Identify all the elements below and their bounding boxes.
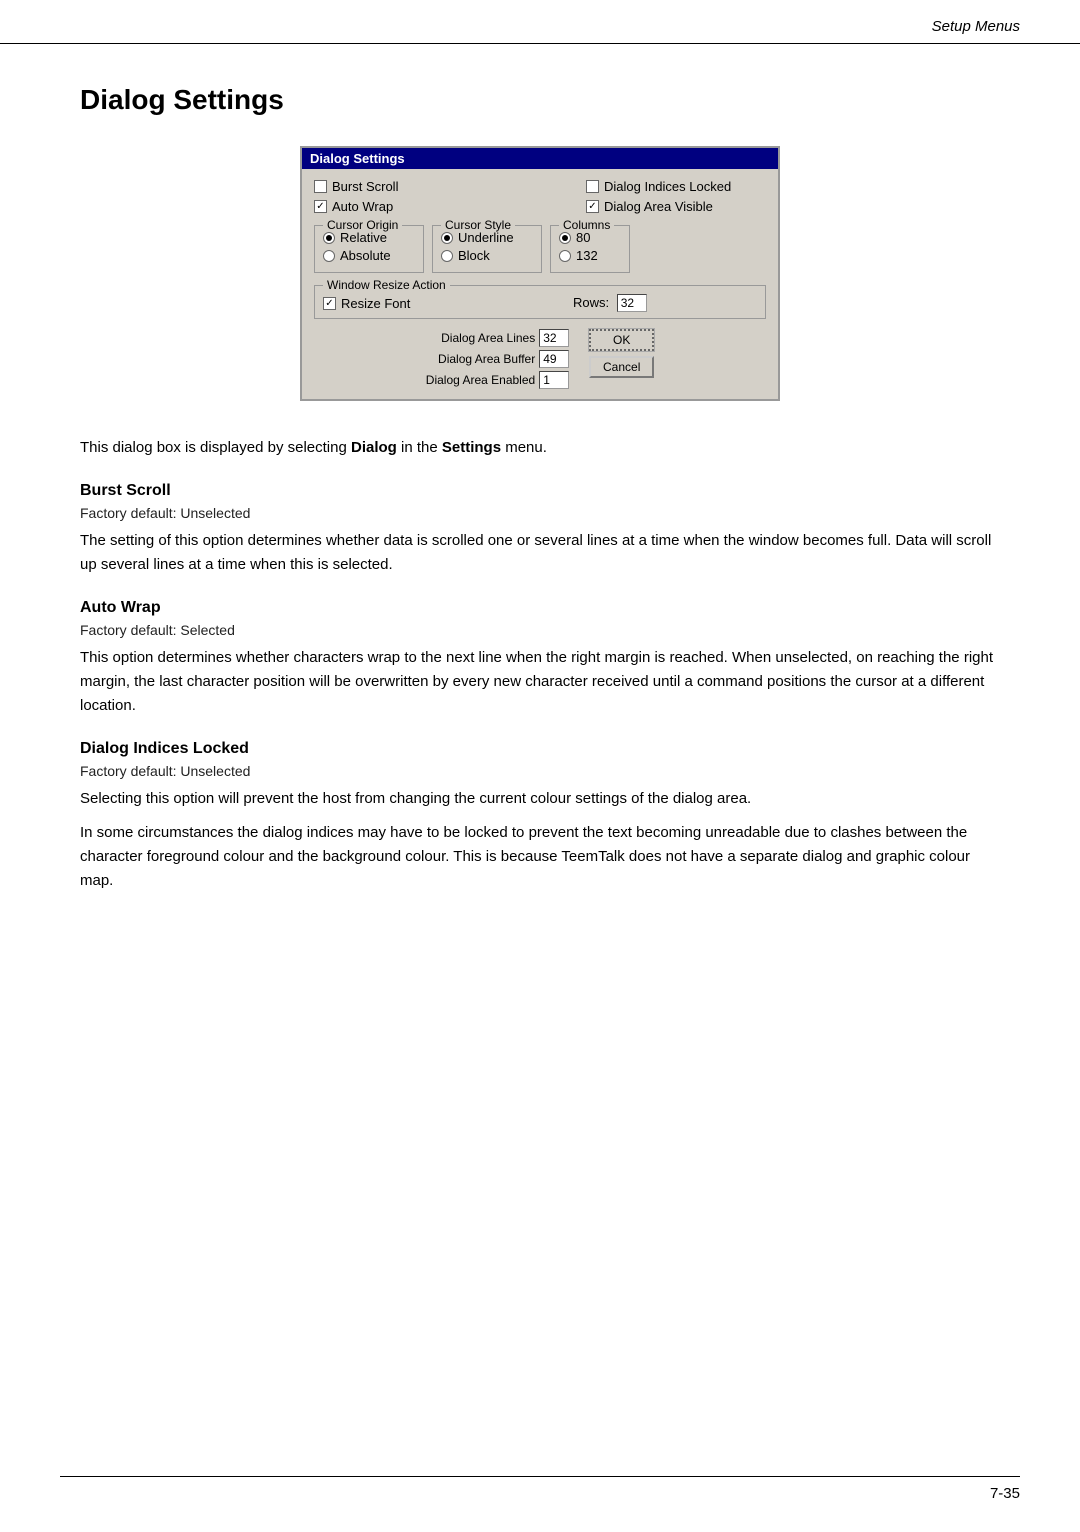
auto-wrap-heading: Auto Wrap bbox=[80, 599, 1000, 617]
resize-font-label: Resize Font bbox=[341, 296, 410, 311]
auto-wrap-factory: Factory default: Selected bbox=[80, 622, 1000, 638]
auto-wrap-label: Auto Wrap bbox=[332, 199, 393, 214]
dialog-indices-locked-checkbox[interactable]: Dialog Indices Locked bbox=[586, 179, 766, 194]
columns-80[interactable]: 80 bbox=[559, 230, 621, 245]
dialog-indices-locked-factory: Factory default: Unselected bbox=[80, 763, 1000, 779]
page-title: Dialog Settings bbox=[80, 84, 1000, 116]
burst-scroll-factory: Factory default: Unselected bbox=[80, 505, 1000, 521]
rows-input[interactable]: 32 bbox=[617, 294, 647, 312]
cursor-origin-relative-radio[interactable] bbox=[323, 232, 335, 244]
resize-font-box[interactable] bbox=[323, 297, 336, 310]
cursor-style-underline[interactable]: Underline bbox=[441, 230, 533, 245]
burst-scroll-checkbox[interactable]: Burst Scroll bbox=[314, 179, 494, 194]
cursor-origin-relative[interactable]: Relative bbox=[323, 230, 415, 245]
dialog-area-visible-box[interactable] bbox=[586, 200, 599, 213]
dialog-indices-locked-body1: Selecting this option will prevent the h… bbox=[80, 787, 1000, 811]
header-title: Setup Menus bbox=[932, 18, 1020, 35]
dialog-area-buffer-label: Dialog Area Buffer bbox=[438, 352, 535, 366]
dialog-area-lines-label: Dialog Area Lines bbox=[441, 331, 535, 345]
intro-settings-bold: Settings bbox=[442, 439, 501, 456]
cancel-button[interactable]: Cancel bbox=[589, 356, 654, 378]
intro-before: This dialog box is displayed by selectin… bbox=[80, 439, 351, 456]
burst-scroll-box[interactable] bbox=[314, 180, 327, 193]
window-resize-label: Window Resize Action bbox=[323, 278, 450, 292]
columns-132[interactable]: 132 bbox=[559, 248, 621, 263]
intro-dialog-bold: Dialog bbox=[351, 439, 397, 456]
rows-label: Rows: 32 bbox=[573, 294, 647, 312]
dialog-indices-locked-box[interactable] bbox=[586, 180, 599, 193]
columns-80-radio[interactable] bbox=[559, 232, 571, 244]
cursor-origin-group: Cursor Origin Relative Absolute bbox=[314, 225, 424, 273]
cursor-origin-relative-label: Relative bbox=[340, 230, 387, 245]
resize-row: Resize Font Rows: 32 bbox=[323, 294, 757, 312]
cursor-style-label: Cursor Style bbox=[441, 218, 515, 232]
columns-group: Columns 80 132 bbox=[550, 225, 630, 273]
dialog-area-buffer-row: Dialog Area Buffer 49 bbox=[426, 350, 569, 368]
burst-scroll-body: The setting of this option determines wh… bbox=[80, 529, 1000, 577]
cursor-origin-label: Cursor Origin bbox=[323, 218, 402, 232]
cursor-style-block[interactable]: Block bbox=[441, 248, 533, 263]
dialog-area-visible-checkbox[interactable]: Dialog Area Visible bbox=[586, 199, 766, 214]
cursor-style-underline-radio[interactable] bbox=[441, 232, 453, 244]
dialog-area-enabled-label: Dialog Area Enabled bbox=[426, 373, 535, 387]
cursor-style-block-radio[interactable] bbox=[441, 250, 453, 262]
dialog-area-lines-input[interactable]: 32 bbox=[539, 329, 569, 347]
dialog-fields-col: Dialog Area Lines 32 Dialog Area Buffer … bbox=[426, 329, 569, 389]
dialog-area-enabled-input[interactable]: 1 bbox=[539, 371, 569, 389]
intro-between: in the bbox=[397, 439, 442, 456]
dialog-area-lines-row: Dialog Area Lines 32 bbox=[426, 329, 569, 347]
dialog-row-2: Auto Wrap Dialog Area Visible bbox=[314, 199, 766, 214]
page-header: Setup Menus bbox=[0, 0, 1080, 44]
burst-scroll-heading: Burst Scroll bbox=[80, 482, 1000, 500]
columns-80-label: 80 bbox=[576, 230, 590, 245]
page-footer: 7-35 bbox=[60, 1476, 1020, 1502]
columns-132-label: 132 bbox=[576, 248, 598, 263]
columns-132-radio[interactable] bbox=[559, 250, 571, 262]
dialog-row-1: Burst Scroll Dialog Indices Locked bbox=[314, 179, 766, 194]
resize-font-checkbox[interactable]: Resize Font bbox=[323, 296, 503, 311]
dialog-titlebar: Dialog Settings bbox=[302, 148, 778, 169]
burst-scroll-label: Burst Scroll bbox=[332, 179, 398, 194]
dialog-indices-locked-label: Dialog Indices Locked bbox=[604, 179, 731, 194]
cursor-style-block-label: Block bbox=[458, 248, 490, 263]
page-content: Dialog Settings Dialog Settings Burst Sc… bbox=[0, 44, 1080, 963]
auto-wrap-checkbox[interactable]: Auto Wrap bbox=[314, 199, 494, 214]
cursor-origin-absolute-label: Absolute bbox=[340, 248, 391, 263]
auto-wrap-body: This option determines whether character… bbox=[80, 646, 1000, 718]
dialog-area-visible-label: Dialog Area Visible bbox=[604, 199, 713, 214]
dialog-settings-box: Dialog Settings Burst Scroll Dialog Indi… bbox=[300, 146, 780, 401]
intro-paragraph: This dialog box is displayed by selectin… bbox=[80, 437, 1000, 460]
groups-row: Cursor Origin Relative Absolute Cursor S… bbox=[314, 219, 766, 279]
page-number: 7-35 bbox=[990, 1485, 1020, 1502]
cursor-origin-absolute-radio[interactable] bbox=[323, 250, 335, 262]
intro-after: menu. bbox=[501, 439, 547, 456]
dialog-fields-and-buttons: Dialog Area Lines 32 Dialog Area Buffer … bbox=[314, 329, 766, 389]
dialog-area-enabled-row: Dialog Area Enabled 1 bbox=[426, 371, 569, 389]
auto-wrap-box[interactable] bbox=[314, 200, 327, 213]
dialog-indices-locked-heading: Dialog Indices Locked bbox=[80, 740, 1000, 758]
cursor-style-group: Cursor Style Underline Block bbox=[432, 225, 542, 273]
dialog-indices-locked-body2: In some circumstances the dialog indices… bbox=[80, 821, 1000, 893]
cursor-origin-absolute[interactable]: Absolute bbox=[323, 248, 415, 263]
cursor-style-underline-label: Underline bbox=[458, 230, 514, 245]
columns-label: Columns bbox=[559, 218, 614, 232]
ok-button[interactable]: OK bbox=[589, 329, 654, 351]
dialog-area-buffer-input[interactable]: 49 bbox=[539, 350, 569, 368]
buttons-col: OK Cancel bbox=[589, 329, 654, 378]
dialog-body: Burst Scroll Dialog Indices Locked Auto … bbox=[302, 169, 778, 399]
window-resize-group: Window Resize Action Resize Font Rows: 3… bbox=[314, 285, 766, 319]
